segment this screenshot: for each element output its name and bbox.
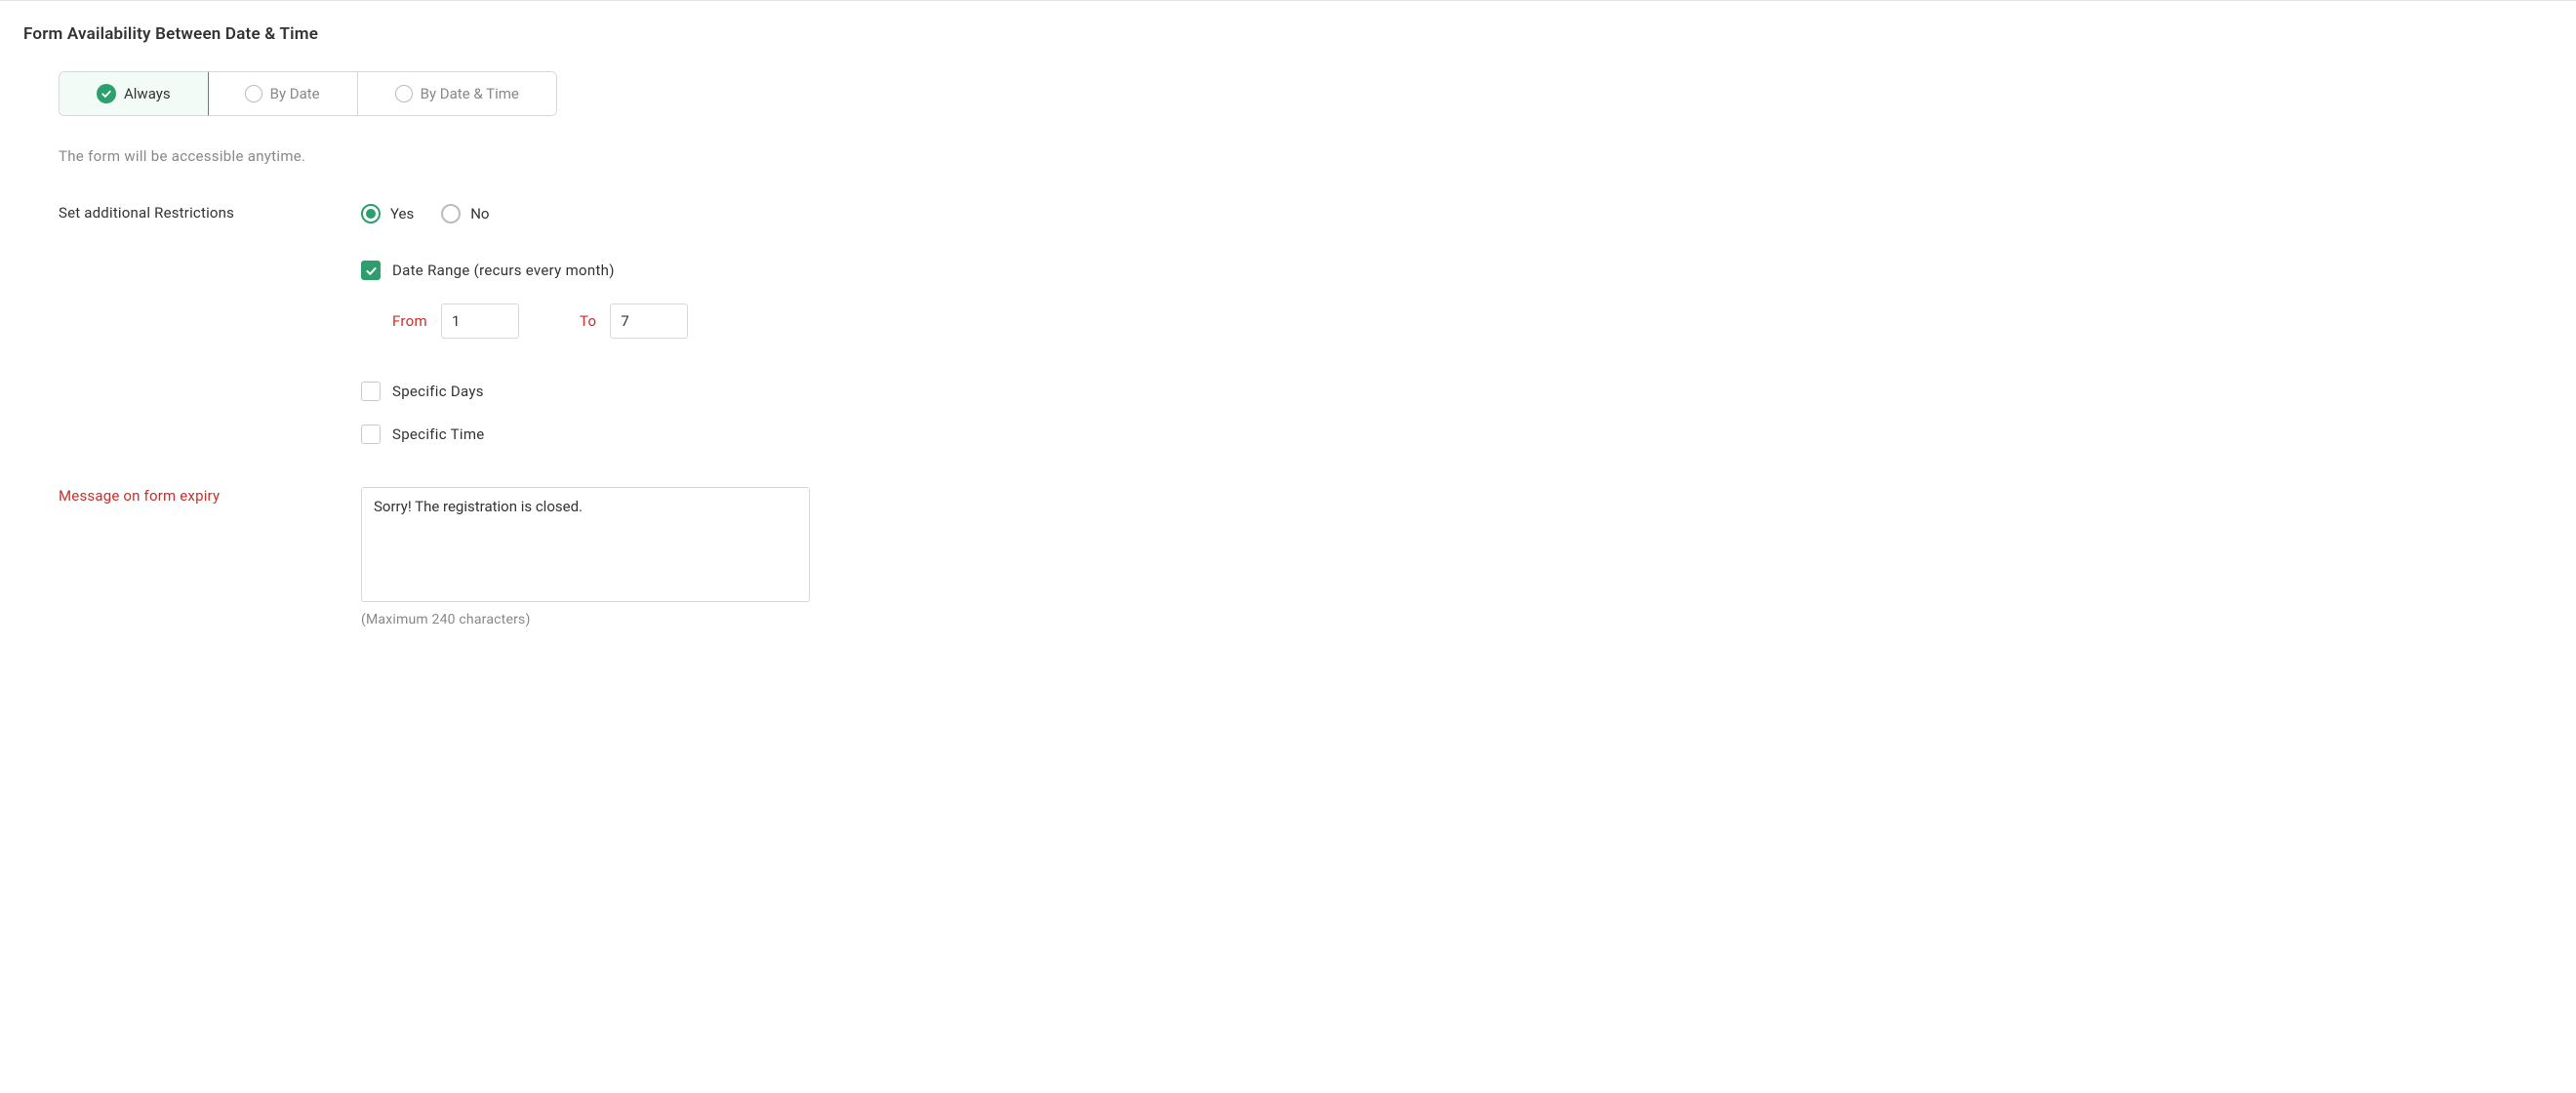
from-input[interactable] [441, 304, 519, 339]
restrictions-radio-group: Yes No [361, 204, 2553, 223]
radio-icon [361, 204, 381, 223]
from-label: From [392, 312, 427, 330]
checkbox-specific-days[interactable] [361, 382, 381, 401]
checkbox-specific-time[interactable] [361, 425, 381, 444]
to-input[interactable] [610, 304, 688, 339]
tab-always[interactable]: Always [59, 71, 209, 116]
radio-yes[interactable]: Yes [361, 204, 414, 223]
circle-icon [245, 85, 262, 102]
checkbox-label-specific-time: Specific Time [392, 425, 485, 443]
section-title: Form Availability Between Date & Time [23, 24, 2553, 44]
radio-label-no: No [470, 205, 489, 223]
radio-label-yes: Yes [390, 205, 414, 223]
expiry-message-textarea[interactable] [361, 487, 810, 602]
tab-by-date-time[interactable]: By Date & Time [358, 72, 556, 115]
tab-label-always: Always [124, 85, 171, 102]
radio-no[interactable]: No [441, 204, 489, 223]
char-limit-text: (Maximum 240 characters) [361, 612, 2553, 627]
checkbox-label-specific-days: Specific Days [392, 383, 484, 400]
radio-icon [441, 204, 461, 223]
circle-icon [395, 85, 413, 102]
expiry-message-label: Message on form expiry [59, 487, 361, 505]
checkbox-date-range[interactable] [361, 261, 381, 280]
checkbox-label-date-range: Date Range (recurs every month) [392, 262, 615, 279]
date-range-inputs: From To [361, 304, 2553, 339]
helper-text: The form will be accessible anytime. [59, 147, 2553, 165]
tab-label-by-date-time: By Date & Time [421, 85, 519, 102]
availability-tab-group: Always By Date By Date & Time [59, 71, 557, 116]
tab-label-by-date: By Date [270, 85, 320, 102]
tab-by-date[interactable]: By Date [208, 72, 358, 115]
to-label: To [580, 312, 596, 330]
check-circle-icon [97, 84, 116, 103]
restrictions-label: Set additional Restrictions [59, 204, 361, 222]
